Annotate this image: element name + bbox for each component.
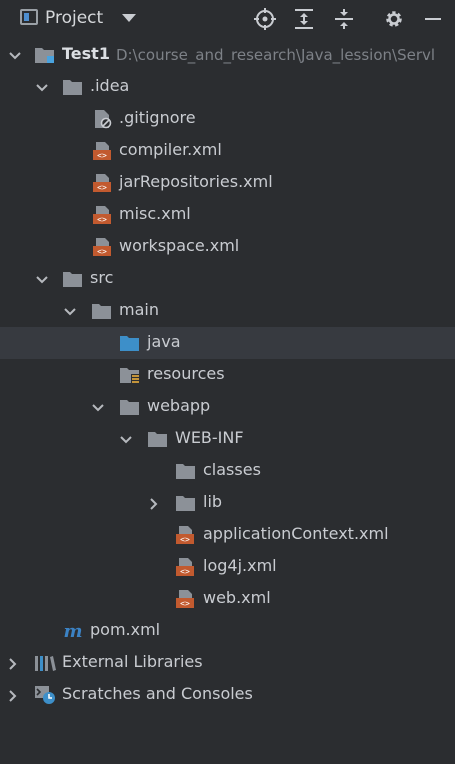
tree-item-external-libraries[interactable]: External Libraries bbox=[0, 647, 455, 679]
chevron-down-icon[interactable] bbox=[8, 48, 22, 62]
svg-text:<>: <> bbox=[180, 567, 190, 576]
tree-item-jarrepositories-xml[interactable]: <> jarRepositories.xml bbox=[0, 167, 455, 199]
folder-icon bbox=[119, 397, 141, 417]
tree-item-label: Test1 bbox=[62, 44, 110, 63]
gear-icon[interactable] bbox=[382, 7, 406, 31]
xml-file-icon: <> bbox=[175, 557, 197, 577]
tree-item-src[interactable]: src bbox=[0, 263, 455, 295]
tree-item-label: webapp bbox=[147, 396, 211, 415]
chevron-down-icon[interactable] bbox=[91, 400, 105, 414]
chevron-down-icon[interactable] bbox=[122, 14, 136, 22]
maven-icon: m bbox=[62, 621, 84, 642]
tree-item-lib[interactable]: lib bbox=[0, 487, 455, 519]
xml-file-icon: <> bbox=[92, 237, 114, 257]
tree-item-compiler-xml[interactable]: <> compiler.xml bbox=[0, 135, 455, 167]
svg-text:<>: <> bbox=[97, 183, 107, 192]
tree-item-web-xml[interactable]: <> web.xml bbox=[0, 583, 455, 615]
locate-icon[interactable] bbox=[253, 7, 277, 31]
svg-text:<>: <> bbox=[180, 535, 190, 544]
tree-item-gitignore[interactable]: .gitignore bbox=[0, 103, 455, 135]
tree-item-label: jarRepositories.xml bbox=[119, 172, 273, 191]
svg-text:<>: <> bbox=[97, 247, 107, 256]
source-folder-icon bbox=[119, 333, 141, 353]
folder-icon bbox=[147, 429, 169, 449]
chevron-right-icon[interactable] bbox=[6, 656, 20, 670]
tree-item-label: workspace.xml bbox=[119, 236, 240, 255]
expand-all-icon[interactable] bbox=[292, 7, 316, 31]
chevron-right-icon[interactable] bbox=[147, 496, 161, 510]
tree-item-misc-xml[interactable]: <> misc.xml bbox=[0, 199, 455, 231]
tree-item-label: pom.xml bbox=[90, 620, 161, 639]
tree-item-label: applicationContext.xml bbox=[203, 524, 389, 543]
tree-item-label: log4j.xml bbox=[203, 556, 277, 575]
xml-file-icon: <> bbox=[175, 525, 197, 545]
tree-item-classes[interactable]: classes bbox=[0, 455, 455, 487]
collapse-all-icon[interactable] bbox=[332, 7, 356, 31]
chevron-right-icon[interactable] bbox=[6, 688, 20, 702]
tree-item-label: classes bbox=[203, 460, 261, 479]
tree-item-webapp[interactable]: webapp bbox=[0, 391, 455, 423]
folder-icon bbox=[175, 493, 197, 513]
project-view-icon bbox=[20, 9, 38, 25]
tree-item-label: java bbox=[147, 332, 181, 351]
tree-item-log4j-xml[interactable]: <> log4j.xml bbox=[0, 551, 455, 583]
folder-icon bbox=[175, 461, 197, 481]
tree-item-label: compiler.xml bbox=[119, 140, 222, 159]
folder-icon bbox=[62, 269, 84, 289]
svg-text:m: m bbox=[63, 621, 82, 641]
tree-item-label: src bbox=[90, 268, 114, 287]
tree-item-label: main bbox=[119, 300, 159, 319]
chevron-down-icon[interactable] bbox=[63, 304, 77, 318]
tree-item-idea[interactable]: .idea bbox=[0, 71, 455, 103]
module-folder-icon bbox=[34, 45, 56, 65]
folder-icon bbox=[91, 301, 113, 321]
svg-text:<>: <> bbox=[97, 151, 107, 160]
library-icon bbox=[34, 653, 56, 673]
tree-item-label: .idea bbox=[90, 76, 130, 95]
tree-item-resources[interactable]: resources bbox=[0, 359, 455, 391]
tree-item-workspace-xml[interactable]: <> workspace.xml bbox=[0, 231, 455, 263]
module-path: D:\course_and_research\Java_lession\Serv… bbox=[116, 46, 436, 64]
tree-item-java[interactable]: java bbox=[0, 327, 455, 359]
xml-file-icon: <> bbox=[175, 589, 197, 609]
tree-item-test1[interactable]: Test1 D:\course_and_research\Java_lessio… bbox=[0, 39, 455, 71]
resources-folder-icon bbox=[119, 365, 141, 385]
tree-item-label: External Libraries bbox=[62, 652, 203, 671]
chevron-down-icon[interactable] bbox=[35, 80, 49, 94]
xml-file-icon: <> bbox=[92, 205, 114, 225]
project-toolbar: Project bbox=[0, 0, 455, 38]
svg-text:<>: <> bbox=[180, 599, 190, 608]
tree-item-scratches[interactable]: Scratches and Consoles bbox=[0, 679, 455, 711]
tree-item-main[interactable]: main bbox=[0, 295, 455, 327]
folder-icon bbox=[62, 77, 84, 97]
chevron-down-icon[interactable] bbox=[35, 272, 49, 286]
tree-item-label: web.xml bbox=[203, 588, 271, 607]
project-tree: Test1 D:\course_and_research\Java_lessio… bbox=[0, 39, 455, 711]
tree-item-label: lib bbox=[203, 492, 223, 511]
chevron-down-icon[interactable] bbox=[119, 432, 133, 446]
xml-file-icon: <> bbox=[92, 141, 114, 161]
tree-item-applicationcontext-xml[interactable]: <> applicationContext.xml bbox=[0, 519, 455, 551]
tree-item-label: misc.xml bbox=[119, 204, 191, 223]
svg-text:<>: <> bbox=[97, 215, 107, 224]
tree-item-pom-xml[interactable]: m pom.xml bbox=[0, 615, 455, 647]
scratches-icon bbox=[34, 685, 56, 705]
tree-item-web-inf[interactable]: WEB-INF bbox=[0, 423, 455, 455]
minimize-icon[interactable] bbox=[421, 7, 445, 31]
xml-file-icon: <> bbox=[92, 173, 114, 193]
ignored-file-icon bbox=[92, 109, 114, 129]
tree-item-label: WEB-INF bbox=[175, 428, 244, 447]
tree-item-label: .gitignore bbox=[119, 108, 196, 127]
tree-item-label: Scratches and Consoles bbox=[62, 684, 253, 703]
project-view-title[interactable]: Project bbox=[45, 8, 103, 28]
tree-item-label: resources bbox=[147, 364, 225, 383]
